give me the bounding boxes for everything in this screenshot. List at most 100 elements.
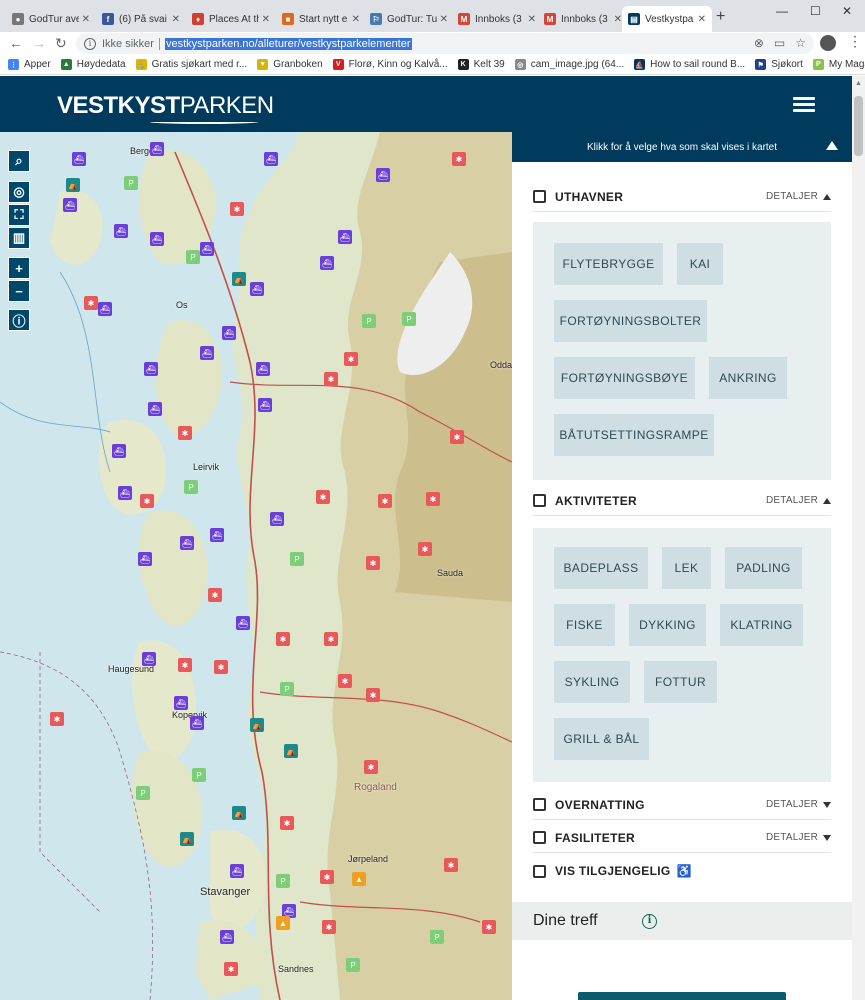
harbour-marker-icon[interactable]: ⛴ xyxy=(150,232,164,246)
browser-tab[interactable]: f (6) På svai ✕ xyxy=(96,6,186,32)
harbour-marker-icon[interactable]: ⛴ xyxy=(112,444,126,458)
hiking-marker-icon[interactable]: ✱ xyxy=(230,202,244,216)
tilgjengelig-checkbox[interactable] xyxy=(533,864,546,878)
campsite-marker-icon[interactable]: ⛺ xyxy=(180,832,194,846)
hiking-marker-icon[interactable]: ✱ xyxy=(178,426,192,440)
hiking-marker-icon[interactable]: ✱ xyxy=(366,688,380,702)
browser-tab[interactable]: ⚐ GodTur: Tu ✕ xyxy=(364,6,454,32)
hiking-marker-icon[interactable]: ✱ xyxy=(84,296,98,310)
harbour-marker-icon[interactable]: ⛴ xyxy=(144,362,158,376)
hiking-marker-icon[interactable]: ✱ xyxy=(280,816,294,830)
harbour-marker-icon[interactable]: ⛴ xyxy=(256,362,270,376)
bookmark-item[interactable]: ⚑ Sjøkort xyxy=(755,59,803,70)
site-info-icon[interactable]: i xyxy=(84,37,96,50)
panel-header[interactable]: Klikk for å velge hva som skal vises i k… xyxy=(512,132,852,162)
close-tab-icon[interactable]: ✕ xyxy=(172,14,180,25)
url-text[interactable]: vestkystparken.no/alleturer/vestkystpark… xyxy=(164,37,412,50)
harbour-marker-icon[interactable]: ⛴ xyxy=(264,152,278,166)
hiking-marker-icon[interactable]: ✱ xyxy=(444,858,458,872)
parking-marker-icon[interactable]: P xyxy=(276,874,290,888)
results-info-icon[interactable]: i xyxy=(642,914,657,929)
browser-menu-icon[interactable]: ⋮ xyxy=(848,33,862,50)
section-header-fasiliteter[interactable]: FASILITETER DETALJER xyxy=(533,823,831,853)
bookmark-item[interactable]: K Kelt 39 xyxy=(457,59,505,70)
chip-fiske[interactable]: FISKE xyxy=(554,604,615,646)
bookmark-item[interactable]: ◎ cam_image.jpg (64... xyxy=(514,59,624,70)
new-tab-icon[interactable]: + xyxy=(716,8,725,26)
harbour-marker-icon[interactable]: ⛴ xyxy=(250,282,264,296)
harbour-marker-icon[interactable]: ⛴ xyxy=(174,696,188,710)
hiking-marker-icon[interactable]: ✱ xyxy=(418,542,432,556)
chip-ankring[interactable]: ANKRING xyxy=(709,357,787,399)
details-toggle[interactable]: DETALJER xyxy=(766,191,831,202)
parking-marker-icon[interactable]: P xyxy=(402,312,416,326)
section-header-tilgjengelig[interactable]: VIS TILGJENGELIG ♿ xyxy=(533,856,831,886)
harbour-marker-icon[interactable]: ⛴ xyxy=(222,326,236,340)
aktiviteter-checkbox[interactable] xyxy=(533,494,546,507)
hiking-marker-icon[interactable]: ✱ xyxy=(322,920,336,934)
close-tab-icon[interactable]: ✕ xyxy=(262,14,270,25)
hiking-marker-icon[interactable]: ✱ xyxy=(316,490,330,504)
harbour-marker-icon[interactable]: ⛴ xyxy=(180,536,194,550)
fullscreen-icon[interactable]: ⛶ xyxy=(8,204,30,226)
harbour-marker-icon[interactable]: ⛴ xyxy=(376,168,390,182)
browser-tab[interactable]: ■ Start nytt e ✕ xyxy=(276,6,366,32)
hiking-marker-icon[interactable]: ✱ xyxy=(178,658,192,672)
map-info-icon[interactable]: ⓘ xyxy=(8,309,30,331)
close-tab-icon[interactable]: ✕ xyxy=(82,14,90,25)
harbour-marker-icon[interactable]: ⛴ xyxy=(200,346,214,360)
fasiliteter-checkbox[interactable] xyxy=(533,831,546,844)
hiking-marker-icon[interactable]: ✱ xyxy=(426,492,440,506)
hiking-marker-icon[interactable]: ✱ xyxy=(320,870,334,884)
harbour-marker-icon[interactable]: ⛴ xyxy=(72,152,86,166)
chip-dykking[interactable]: DYKKING xyxy=(629,604,706,646)
minimize-icon[interactable]: — xyxy=(776,4,788,18)
scroll-up-icon[interactable]: ▲ xyxy=(855,80,862,87)
section-header-aktiviteter[interactable]: AKTIVITETER DETALJER xyxy=(533,486,831,516)
chip-batutsettingsrampe[interactable]: BÅTUTSETTINGSRAMPE xyxy=(554,414,714,456)
campsite-marker-icon[interactable]: ⛺ xyxy=(232,272,246,286)
browser-tab-active[interactable]: ▤ Vestkystpa ✕ xyxy=(622,6,712,32)
bookmark-item[interactable]: ▲ Høydedata xyxy=(60,59,126,70)
parking-marker-icon[interactable]: P xyxy=(184,480,198,494)
harbour-marker-icon[interactable]: ⛴ xyxy=(320,256,334,270)
chip-sykling[interactable]: SYKLING xyxy=(554,661,630,703)
chip-fottur[interactable]: FOTTUR xyxy=(644,661,717,703)
hiking-marker-icon[interactable]: ✱ xyxy=(214,660,228,674)
harbour-marker-icon[interactable]: ⛴ xyxy=(190,716,204,730)
harbour-marker-icon[interactable]: ⛴ xyxy=(63,198,77,212)
harbour-marker-icon[interactable]: ⛴ xyxy=(220,930,234,944)
chip-kai[interactable]: KAI xyxy=(677,243,723,285)
cabin-marker-icon[interactable]: ▲ xyxy=(276,916,290,930)
harbour-marker-icon[interactable]: ⛴ xyxy=(148,402,162,416)
parking-marker-icon[interactable]: P xyxy=(124,176,138,190)
close-tab-icon[interactable]: ✕ xyxy=(440,14,448,25)
chip-lek[interactable]: LEK xyxy=(662,547,711,589)
harbour-marker-icon[interactable]: ⛴ xyxy=(142,652,156,666)
map-search-icon[interactable]: ⌕ xyxy=(8,150,30,172)
back-icon[interactable]: ← xyxy=(9,35,23,51)
chip-fortoyningsboye[interactable]: FORTØYNINGSBØYE xyxy=(554,357,695,399)
uthavner-checkbox[interactable] xyxy=(533,190,546,203)
reload-icon[interactable]: ↻ xyxy=(55,35,67,52)
hiking-marker-icon[interactable]: ✱ xyxy=(364,760,378,774)
bookmark-item[interactable]: ⚓ Gratis sjøkart med r... xyxy=(135,59,247,70)
browser-tab[interactable]: M Innboks (3 ✕ xyxy=(452,6,542,32)
window-close-icon[interactable]: ✕ xyxy=(842,4,852,18)
hiking-marker-icon[interactable]: ✱ xyxy=(208,588,222,602)
harbour-marker-icon[interactable]: ⛴ xyxy=(236,616,250,630)
harbour-marker-icon[interactable]: ⛴ xyxy=(118,486,132,500)
parking-marker-icon[interactable]: P xyxy=(192,768,206,782)
harbour-marker-icon[interactable]: ⛴ xyxy=(114,224,128,238)
locate-me-icon[interactable]: ◎ xyxy=(8,181,30,203)
bottom-action-button[interactable] xyxy=(578,992,786,1000)
cabin-marker-icon[interactable]: ▲ xyxy=(352,872,366,886)
bookmark-item[interactable]: ▼ Granboken xyxy=(257,59,323,70)
overnatting-checkbox[interactable] xyxy=(533,798,546,811)
site-logo[interactable]: VESTKYSTPARKEN xyxy=(57,92,274,120)
hiking-marker-icon[interactable]: ✱ xyxy=(324,372,338,386)
chip-flytebrygge[interactable]: FLYTEBRYGGE xyxy=(554,243,663,285)
chip-klatring[interactable]: KLATRING xyxy=(720,604,803,646)
hiking-marker-icon[interactable]: ✱ xyxy=(482,920,496,934)
hiking-marker-icon[interactable]: ✱ xyxy=(324,632,338,646)
